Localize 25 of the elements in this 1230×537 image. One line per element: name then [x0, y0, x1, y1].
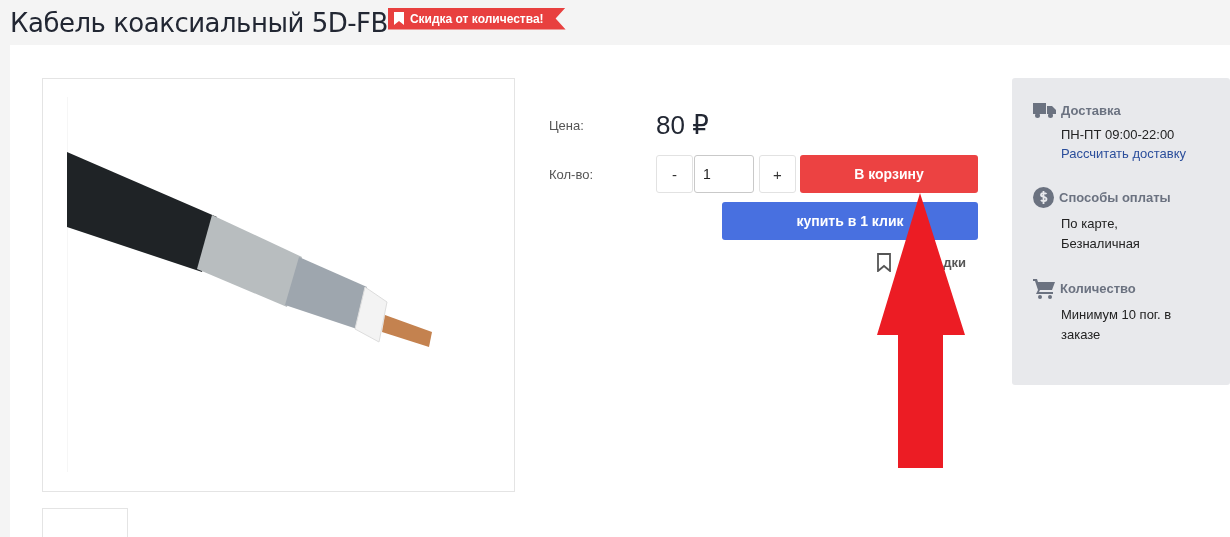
info-heading: Доставка [1061, 103, 1121, 118]
increase-button[interactable]: + [759, 155, 796, 193]
dollar-icon [1033, 187, 1054, 208]
info-heading: Количество [1060, 281, 1136, 296]
quantity-input[interactable]: 1 [694, 155, 754, 193]
bookmark-icon [393, 12, 404, 25]
bookmark-link[interactable]: дки [943, 255, 966, 270]
info-text: Безналичная [1061, 235, 1141, 253]
promo-badge: Скидка от количества! [387, 7, 566, 30]
add-to-cart-button[interactable]: В корзину [800, 155, 978, 193]
info-heading: Способы оплаты [1059, 190, 1171, 205]
info-text: ПН-ПТ 09:00-22:00 [1061, 126, 1176, 144]
image-thumbnail[interactable] [42, 507, 128, 537]
price-label: Цена: [549, 118, 585, 133]
delivery-link[interactable]: Рассчитать доставку [1061, 145, 1210, 163]
buy-one-click-button[interactable]: купить в 1 клик [722, 202, 978, 240]
truck-icon [1033, 102, 1056, 119]
cart-icon [1033, 278, 1055, 299]
bookmark-icon[interactable] [877, 253, 892, 272]
product-title: Кабель коаксиальный 5D-FB [10, 7, 388, 38]
price-value: 80 ₽ [656, 110, 709, 141]
quantity-label: Кол-во: [549, 166, 595, 182]
info-text: Минимум 10 пог. в заказе [1061, 306, 1173, 344]
decrease-button[interactable]: - [656, 155, 693, 193]
info-text: По карте, [1061, 215, 1119, 233]
